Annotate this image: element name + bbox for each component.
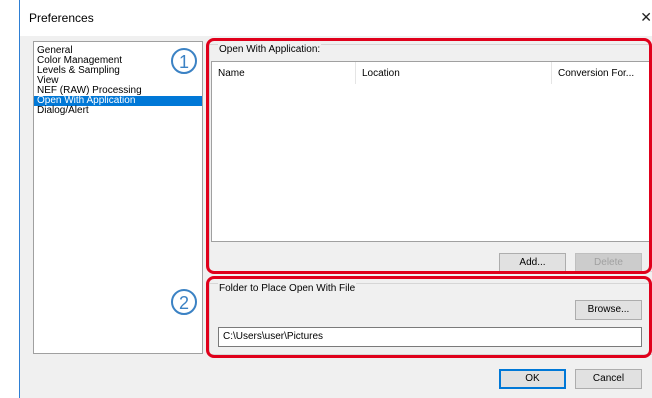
- callout-number-1: 1: [171, 48, 197, 74]
- category-item-dialog-alert[interactable]: Dialog/Alert: [34, 106, 202, 116]
- dialog-title: Preferences: [29, 11, 94, 25]
- ok-button[interactable]: OK: [499, 369, 566, 389]
- callout-highlight-2: [206, 276, 652, 358]
- callout-highlight-1: [206, 38, 652, 274]
- preferences-dialog: Preferences ✕ General Color Management L…: [19, 0, 652, 398]
- title-bar: Preferences ✕: [20, 0, 652, 36]
- close-icon[interactable]: ✕: [640, 9, 652, 26]
- cancel-button[interactable]: Cancel: [575, 369, 642, 389]
- callout-number-2: 2: [171, 289, 197, 315]
